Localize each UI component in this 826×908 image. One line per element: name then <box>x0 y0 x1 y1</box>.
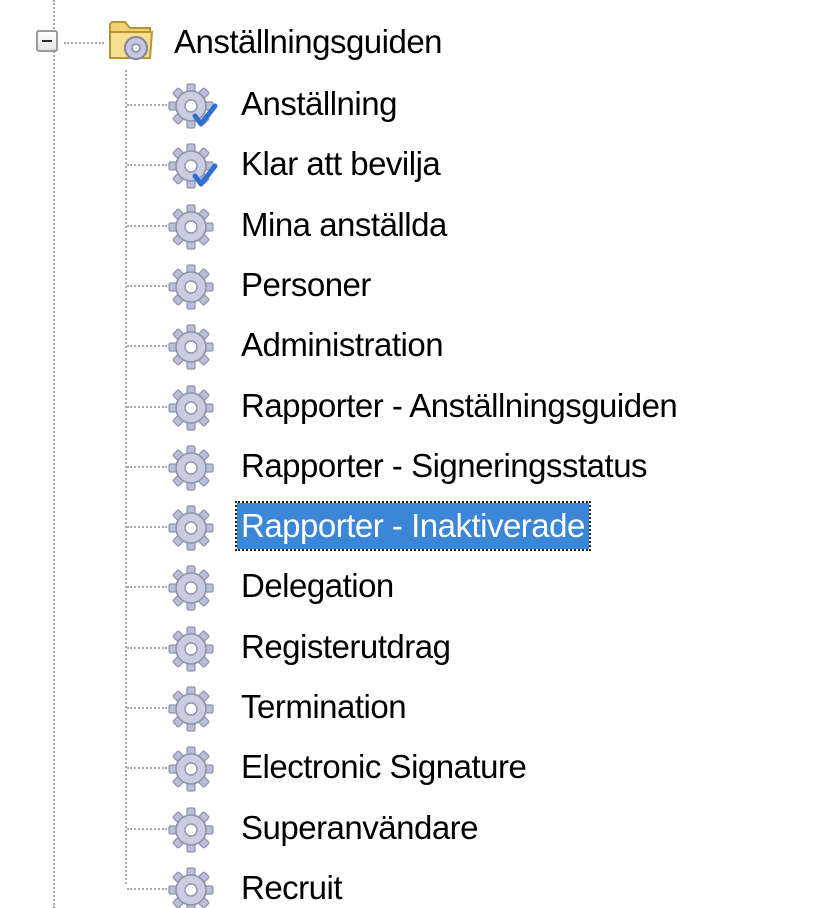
tree-item[interactable]: Personer <box>125 257 815 315</box>
folder-with-gear-icon <box>104 10 160 66</box>
tree-item-label[interactable]: Anställning <box>237 81 401 127</box>
gear-check-icon <box>165 140 219 194</box>
tree-connector <box>127 767 167 769</box>
tree-item[interactable]: Delegation <box>125 558 815 616</box>
tree-connector <box>127 707 167 709</box>
tree-item-label[interactable]: Electronic Signature <box>237 744 530 790</box>
tree-item[interactable]: Recruit <box>125 860 815 908</box>
tree-item[interactable]: Rapporter - Inaktiverade <box>125 498 815 556</box>
tree-item[interactable]: Rapporter - Anställningsguiden <box>125 378 815 436</box>
tree-connector <box>64 42 104 44</box>
gear-icon <box>165 683 219 737</box>
gear-icon <box>165 864 219 908</box>
tree-item-label[interactable]: Personer <box>237 262 375 308</box>
tree-item-label[interactable]: Termination <box>237 684 410 730</box>
gear-icon <box>165 442 219 496</box>
tree-item-label[interactable]: Klar att bevilja <box>237 141 444 187</box>
tree-item-label[interactable]: Delegation <box>237 563 398 609</box>
gear-icon <box>165 261 219 315</box>
tree-item-label[interactable]: Rapporter - Inaktiverade <box>235 501 591 551</box>
tree-connector <box>127 586 167 588</box>
tree-connector <box>127 406 167 408</box>
gear-icon <box>165 562 219 616</box>
gear-icon <box>165 804 219 858</box>
tree-item-label[interactable]: Rapporter - Signeringsstatus <box>237 443 651 489</box>
tree-item[interactable]: Klar att bevilja <box>125 136 815 194</box>
tree-connector <box>127 164 167 166</box>
gear-icon <box>165 382 219 436</box>
tree-item-label[interactable]: Administration <box>237 322 447 368</box>
tree-connector <box>127 466 167 468</box>
collapse-toggle-button[interactable] <box>36 30 58 52</box>
tree-connector <box>127 828 167 830</box>
tree-item[interactable]: Termination <box>125 679 815 737</box>
tree-item-label[interactable]: Superanvändare <box>237 805 482 851</box>
tree-connector <box>127 285 167 287</box>
tree-item[interactable]: Rapporter - Signeringsstatus <box>125 438 815 496</box>
tree-item-label[interactable]: Mina anställda <box>237 202 451 248</box>
tree-connector <box>127 225 167 227</box>
tree-guide-line <box>53 0 55 908</box>
tree-view: Anställningsguiden Anställning Klar att b… <box>0 0 826 908</box>
gear-check-icon <box>165 80 219 134</box>
gear-icon <box>165 502 219 556</box>
tree-item[interactable]: Superanvändare <box>125 800 815 858</box>
tree-connector <box>127 888 167 890</box>
tree-item-label[interactable]: Registerutdrag <box>237 624 454 670</box>
tree-connector <box>127 345 167 347</box>
gear-icon <box>165 321 219 375</box>
tree-item-label[interactable]: Recruit <box>237 865 346 908</box>
gear-icon <box>165 201 219 255</box>
gear-icon <box>165 623 219 677</box>
gear-icon <box>165 743 219 797</box>
tree-connector <box>127 104 167 106</box>
tree-item[interactable]: Electronic Signature <box>125 739 815 797</box>
tree-item-label[interactable]: Rapporter - Anställningsguiden <box>237 383 681 429</box>
tree-item[interactable]: Mina anställda <box>125 197 815 255</box>
tree-item[interactable]: Administration <box>125 317 815 375</box>
tree-connector <box>127 526 167 528</box>
tree-item[interactable]: Registerutdrag <box>125 619 815 677</box>
tree-connector <box>127 647 167 649</box>
tree-item[interactable]: Anställning <box>125 76 815 134</box>
tree-root-label[interactable]: Anställningsguiden <box>170 18 446 66</box>
